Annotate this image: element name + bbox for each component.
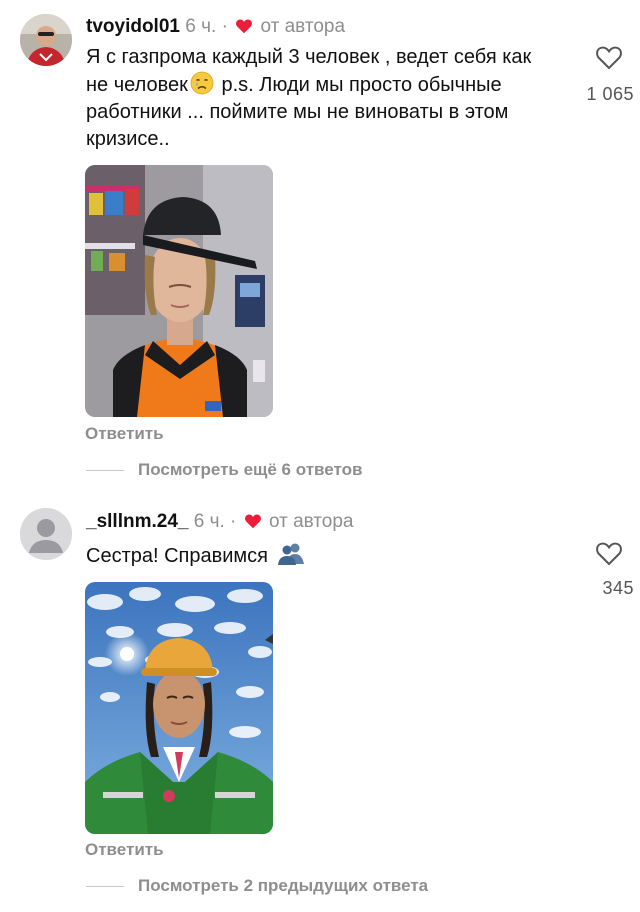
view-replies-label: Посмотреть 2 предыдущих ответа — [138, 876, 429, 895]
username[interactable]: tvoyidol01 — [86, 16, 180, 37]
comment-2: _slllnm.24_ 6 ч. · от автора Сестра! Спр… — [0, 500, 640, 912]
author-heart-icon — [244, 514, 261, 529]
comment-1: tvoyidol01 6 ч. · от автора Я с газпрома… — [0, 0, 640, 490]
attached-photo[interactable] — [85, 165, 273, 417]
comment-text: Я с газпрома каждый 3 человек , ведет се… — [86, 44, 556, 153]
avatar[interactable] — [20, 14, 72, 66]
author-tag: от автора — [260, 16, 346, 37]
author-heart-icon — [236, 19, 253, 34]
people-silhouette-icon — [277, 543, 304, 565]
attached-photo[interactable] — [85, 582, 273, 834]
view-replies-label: Посмотреть ещё 6 ответов — [138, 460, 363, 479]
like-count: 345 — [602, 578, 634, 598]
comment-text-part: Сестра! Справимся — [86, 545, 268, 567]
user-silhouette-icon — [20, 508, 72, 560]
reply-button[interactable]: Ответить — [85, 424, 164, 444]
crying-face-icon — [190, 71, 214, 95]
reply-button[interactable]: Ответить — [85, 840, 164, 860]
comment-header: tvoyidol01 6 ч. · от автора — [86, 16, 345, 38]
view-previous-replies-button[interactable]: Посмотреть 2 предыдущих ответа — [86, 876, 428, 896]
heart-outline-icon[interactable] — [595, 540, 623, 566]
username[interactable]: _slllnm.24_ — [86, 511, 188, 532]
author-tag: от автора — [268, 511, 354, 532]
comment-text: Сестра! Справимся — [86, 542, 556, 570]
view-replies-button[interactable]: Посмотреть ещё 6 ответов — [86, 460, 362, 480]
like-count: 1 065 — [586, 84, 634, 104]
divider-line — [86, 886, 124, 888]
comment-header: _slllnm.24_ 6 ч. · от автора — [86, 511, 354, 533]
heart-outline-icon[interactable] — [595, 44, 623, 70]
avatar-placeholder[interactable] — [20, 508, 72, 560]
timestamp: 6 ч. · — [193, 511, 237, 532]
divider-line — [86, 470, 124, 472]
timestamp: 6 ч. · — [185, 16, 228, 37]
